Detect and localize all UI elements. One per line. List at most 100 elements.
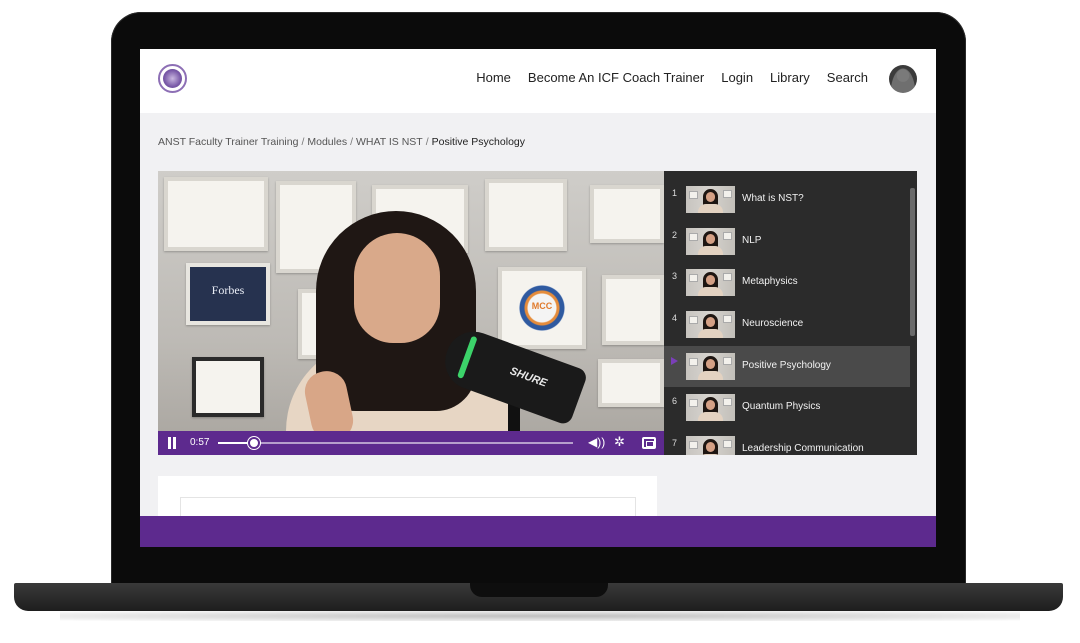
laptop-shadow xyxy=(60,611,1020,621)
logo-emblem-icon xyxy=(163,69,182,88)
breadcrumb-item-section[interactable]: WHAT IS NST xyxy=(356,136,423,148)
video-controls: 0:57 ◀︎)) ✲ xyxy=(158,431,664,455)
thumb-body xyxy=(698,287,723,296)
presenter-face xyxy=(354,233,440,343)
fullscreen-icon[interactable] xyxy=(642,437,656,449)
seek-handle[interactable] xyxy=(247,437,260,449)
playlist-item-number: 7 xyxy=(672,438,678,448)
playlist-item-title: Leadership Communication xyxy=(742,443,864,454)
thumb-frame xyxy=(723,357,732,365)
site-logo[interactable] xyxy=(158,64,187,93)
thumb-body xyxy=(698,371,723,380)
nav-home-link[interactable]: Home xyxy=(476,70,511,85)
purple-footer-bar xyxy=(140,516,936,547)
playlist-item[interactable]: 1 What is NST? xyxy=(664,179,910,220)
playlist-scrollbar[interactable] xyxy=(910,188,915,336)
thumb-frame xyxy=(689,191,698,199)
pause-icon[interactable] xyxy=(167,437,177,449)
thumb-frame xyxy=(723,190,732,198)
thumb-frame xyxy=(689,441,698,449)
thumb-face xyxy=(706,442,715,452)
playlist-item-thumbnail xyxy=(686,436,735,455)
thumb-frame xyxy=(689,274,698,282)
diploma-frame xyxy=(192,357,264,417)
thumb-frame xyxy=(723,315,732,323)
nav-login-link[interactable]: Login xyxy=(721,70,753,85)
forbes-text: Forbes xyxy=(211,283,245,297)
thumb-frame xyxy=(689,358,698,366)
playlist-item-title: NLP xyxy=(742,235,762,246)
seek-bar[interactable] xyxy=(218,437,573,449)
thumb-face xyxy=(706,317,715,327)
breadcrumb-item-modules[interactable]: Modules xyxy=(307,136,347,148)
thumb-frame xyxy=(689,316,698,324)
diploma-frame xyxy=(590,185,664,243)
thumb-face xyxy=(706,275,715,285)
playlist-item-title: Neuroscience xyxy=(742,318,804,329)
thumb-face xyxy=(706,234,715,244)
video-time: 0:57 xyxy=(190,437,210,448)
nav-search-link[interactable]: Search xyxy=(827,70,868,85)
playlist-item-number: 2 xyxy=(672,230,678,240)
thumb-frame xyxy=(723,273,732,281)
mic-brand-text: SHURE xyxy=(508,365,549,390)
laptop-base xyxy=(14,583,1063,611)
playlist-item-number: 3 xyxy=(672,271,678,281)
playlist-item-title: Quantum Physics xyxy=(742,401,821,412)
playlist-item-title: What is NST? xyxy=(742,193,804,204)
playlist-item-title: Positive Psychology xyxy=(742,360,831,371)
thumb-body xyxy=(698,412,723,421)
playlist-item-thumbnail xyxy=(686,394,735,421)
laptop-notch xyxy=(470,583,608,597)
playlist-item[interactable]: 3 Metaphysics xyxy=(664,262,910,303)
site-header: Home Become An ICF Coach Trainer Login L… xyxy=(140,49,936,113)
playlist-item-thumbnail xyxy=(686,311,735,338)
forbes-frame: Forbes xyxy=(186,263,270,325)
diploma-frame xyxy=(602,275,664,345)
settings-gear-icon[interactable]: ✲ xyxy=(614,434,625,450)
user-avatar[interactable] xyxy=(889,65,917,93)
diploma-frame xyxy=(485,179,567,251)
video-player[interactable]: Forbes MCC SHURE 0:57 ◀︎)) ✲ xyxy=(158,171,664,455)
screen: Home Become An ICF Coach Trainer Login L… xyxy=(140,49,936,547)
breadcrumb-separator: / xyxy=(301,136,305,148)
diploma-frame xyxy=(598,359,664,407)
playlist-item-thumbnail xyxy=(686,228,735,255)
thumb-body xyxy=(698,454,723,455)
nav-library-link[interactable]: Library xyxy=(770,70,810,85)
now-playing-arrow-icon xyxy=(671,357,678,365)
thumb-frame xyxy=(723,440,732,448)
playlist-item[interactable]: 4 Neuroscience xyxy=(664,304,910,345)
playlist-item-number: 4 xyxy=(672,313,678,323)
playlist-item-number: 6 xyxy=(672,396,678,406)
lesson-playlist: 7 Leadership Communication 6 Quantum Physic… xyxy=(664,171,917,455)
thumb-frame xyxy=(723,232,732,240)
volume-icon[interactable]: ◀︎)) xyxy=(588,435,605,449)
thumb-face xyxy=(706,400,715,410)
main-nav: Home Become An ICF Coach Trainer Login L… xyxy=(476,70,868,85)
playlist-item[interactable]: 7 Leadership Communication xyxy=(664,429,910,455)
thumb-frame xyxy=(689,233,698,241)
thumb-frame xyxy=(723,398,732,406)
playlist-item-title: Metaphysics xyxy=(742,276,798,287)
breadcrumb-separator: / xyxy=(350,136,353,148)
playlist-item[interactable]: 6 Quantum Physics xyxy=(664,387,910,428)
breadcrumb: ANST Faculty Trainer Training / Modules / WH… xyxy=(158,136,525,148)
thumb-body xyxy=(698,204,723,213)
thumb-frame xyxy=(689,399,698,407)
playlist-item[interactable]: Positive Psychology xyxy=(664,346,910,387)
breadcrumb-item-course[interactable]: ANST Faculty Trainer Training xyxy=(158,136,298,148)
thumb-body xyxy=(698,329,723,338)
thumb-face xyxy=(706,359,715,369)
playlist-item[interactable]: 2 NLP xyxy=(664,221,910,262)
breadcrumb-current: Positive Psychology xyxy=(431,136,526,148)
playlist-item-thumbnail xyxy=(686,353,735,380)
mcc-frame: MCC xyxy=(498,267,586,349)
nav-become-trainer-link[interactable]: Become An ICF Coach Trainer xyxy=(528,70,704,85)
playlist-item-thumbnail xyxy=(686,269,735,296)
playlist-item-number: 1 xyxy=(672,188,678,198)
thumb-body xyxy=(698,246,723,255)
mcc-seal-text: MCC xyxy=(531,301,553,311)
mcc-seal-icon: MCC xyxy=(519,285,565,331)
thumb-face xyxy=(706,192,715,202)
